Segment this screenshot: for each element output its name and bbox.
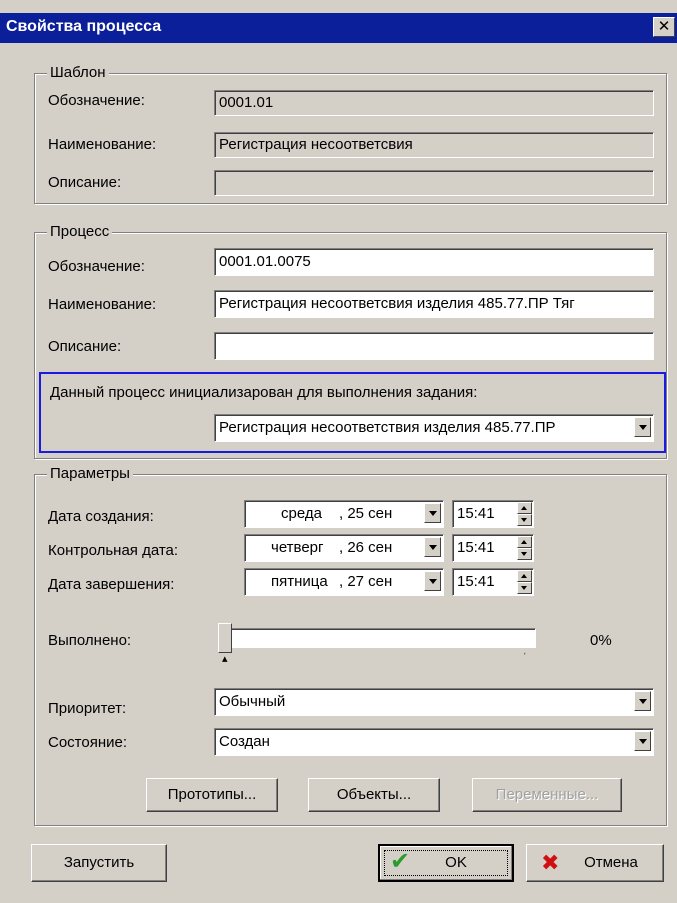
created-date: , 25 сен [339,505,393,522]
cancel-label: Отмена [584,854,638,871]
finish-date-label: Дата завершения: [48,576,175,593]
control-time: 15:41 [457,539,495,556]
finish-date: , 27 сен [339,573,393,590]
created-date-picker[interactable]: среда , 25 сен [244,500,444,528]
state-label: Состояние: [48,734,128,751]
template-designation-field: 0001.01 [214,90,654,116]
calendar-dropdown-icon[interactable] [424,503,441,523]
ok-button[interactable]: ✔ OK [378,844,514,882]
control-date-picker[interactable]: четверг , 26 сен [244,534,444,562]
template-description-label: Описание: [48,174,122,191]
process-properties-dialog: Свойства процесса ✕ Шаблон Обозначение: … [0,0,677,903]
ok-label: OK [445,854,467,871]
close-icon: ✕ [657,18,671,35]
close-button[interactable]: ✕ [653,17,675,37]
template-legend: Шаблон [47,64,109,81]
template-description-field [214,170,654,196]
finish-time-input[interactable]: 15:41 [452,568,534,596]
process-designation-value: 0001.01.0075 [219,253,311,270]
cancel-button[interactable]: ✖ Отмена [526,844,664,882]
control-date: , 26 сен [339,539,393,556]
process-name-input[interactable]: Регистрация несоответсвия изделия 485.77… [214,290,654,318]
dialog-title: Свойства процесса [6,18,162,35]
done-percent: 0% [590,632,612,649]
priority-select[interactable]: Обычный [214,688,654,716]
spinner-icon[interactable] [517,536,532,560]
process-designation-label: Обозначение: [48,258,145,275]
priority-value: Обычный [219,693,286,710]
variables-button[interactable]: Переменные... [472,778,622,812]
control-day: четверг [271,539,324,556]
process-name-label: Наименование: [48,296,157,313]
created-time-input[interactable]: 15:41 [452,500,534,528]
chevron-down-icon[interactable] [634,417,651,437]
created-day: среда [281,505,322,522]
finish-time: 15:41 [457,573,495,590]
chevron-down-icon[interactable] [634,691,651,711]
priority-label: Приоритет: [48,700,127,717]
task-select-value: Регистрация несоответствия изделия 485.7… [219,419,556,436]
template-designation-value: 0001.01 [219,94,274,111]
finish-date-picker[interactable]: пятница , 27 сен [244,568,444,596]
process-designation-input[interactable]: 0001.01.0075 [214,248,654,276]
spinner-icon[interactable] [517,570,532,594]
run-button[interactable]: Запустить [31,844,167,882]
slider-min-tick: ▴ [222,653,228,665]
progress-slider-thumb[interactable] [218,623,232,653]
created-date-label: Дата создания: [48,508,154,525]
calendar-dropdown-icon[interactable] [424,537,441,557]
objects-button[interactable]: Объекты... [308,778,440,812]
checkmark-icon: ✔ [390,848,411,875]
task-label: Данный процесс инициализарован для выпол… [50,384,478,401]
process-description-label: Описание: [48,338,122,355]
template-designation-label: Обозначение: [48,92,145,109]
cancel-x-icon: ✖ [541,850,560,875]
process-description-input[interactable] [214,332,654,360]
slider-max-tick: ˈ [523,652,527,664]
template-name-field: Регистрация несоответсвия [214,132,654,158]
chevron-down-icon[interactable] [634,731,651,751]
spinner-icon[interactable] [517,502,532,526]
done-label: Выполнено: [48,632,132,649]
state-value: Создан [219,733,270,750]
state-select[interactable]: Создан [214,728,654,756]
created-time: 15:41 [457,505,495,522]
process-name-value: Регистрация несоответсвия изделия 485.77… [219,295,575,312]
control-date-label: Контрольная дата: [48,542,179,559]
title-bar[interactable]: Свойства процесса ✕ [0,13,677,43]
control-time-input[interactable]: 15:41 [452,534,534,562]
calendar-dropdown-icon[interactable] [424,571,441,591]
template-name-value: Регистрация несоответсвия [219,136,413,153]
template-name-label: Наименование: [48,136,157,153]
params-legend: Параметры [47,465,133,482]
progress-slider-track[interactable] [218,628,536,648]
task-select[interactable]: Регистрация несоответствия изделия 485.7… [214,414,654,442]
process-legend: Процесс [47,223,113,240]
prototypes-button[interactable]: Прототипы... [146,778,278,812]
finish-day: пятница [271,573,328,590]
